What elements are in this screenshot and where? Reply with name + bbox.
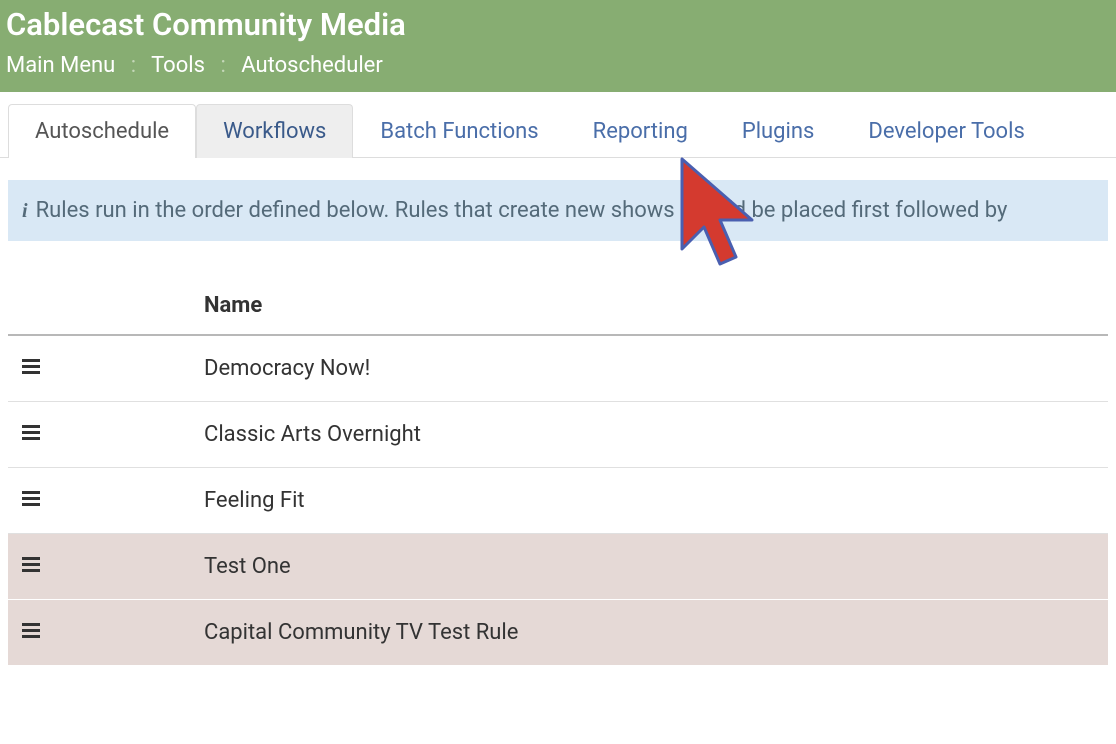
rule-name[interactable]: Test One — [204, 554, 1108, 579]
app-header: Cablecast Community Media Main Menu : To… — [0, 0, 1116, 92]
rule-name[interactable]: Feeling Fit — [204, 488, 1108, 513]
table-row[interactable]: Test One — [8, 534, 1108, 600]
drag-handle-icon[interactable] — [22, 557, 40, 573]
table-row[interactable]: Feeling Fit — [8, 468, 1108, 534]
drag-handle-icon[interactable] — [22, 623, 40, 639]
breadcrumb-item[interactable]: Tools — [151, 53, 205, 78]
breadcrumb: Main Menu : Tools : Autoscheduler — [6, 53, 1110, 78]
table-row[interactable]: Democracy Now! — [8, 336, 1108, 402]
tab-reporting[interactable]: Reporting — [566, 104, 715, 158]
drag-handle-icon[interactable] — [22, 491, 40, 507]
tab-workflows[interactable]: Workflows — [196, 104, 353, 158]
tab-bar: Autoschedule Workflows Batch Functions R… — [0, 92, 1116, 158]
tab-batch-functions[interactable]: Batch Functions — [353, 104, 565, 158]
app-title: Cablecast Community Media — [6, 6, 1110, 43]
info-icon: i — [22, 200, 28, 223]
table-header: Name — [8, 281, 1108, 336]
breadcrumb-item[interactable]: Main Menu — [6, 53, 115, 78]
info-banner: i Rules run in the order defined below. … — [8, 180, 1108, 241]
breadcrumb-sep: : — [210, 53, 235, 78]
breadcrumb-item[interactable]: Autoscheduler — [241, 53, 383, 78]
table-row[interactable]: Capital Community TV Test Rule — [8, 600, 1108, 666]
col-header-name[interactable]: Name — [204, 293, 1108, 318]
rule-name[interactable]: Democracy Now! — [204, 356, 1108, 381]
drag-handle-icon[interactable] — [22, 425, 40, 441]
table-row[interactable]: Classic Arts Overnight — [8, 402, 1108, 468]
drag-handle-icon[interactable] — [22, 359, 40, 375]
tab-plugins[interactable]: Plugins — [715, 104, 842, 158]
info-text: Rules run in the order defined below. Ru… — [36, 198, 1008, 223]
rule-name[interactable]: Classic Arts Overnight — [204, 422, 1108, 447]
rule-name[interactable]: Capital Community TV Test Rule — [204, 620, 1108, 645]
tab-autoschedule[interactable]: Autoschedule — [8, 104, 196, 158]
breadcrumb-sep: : — [121, 53, 146, 78]
tab-developer-tools[interactable]: Developer Tools — [841, 104, 1051, 158]
rules-table: Name Democracy Now! Classic Arts Overnig… — [8, 281, 1108, 666]
